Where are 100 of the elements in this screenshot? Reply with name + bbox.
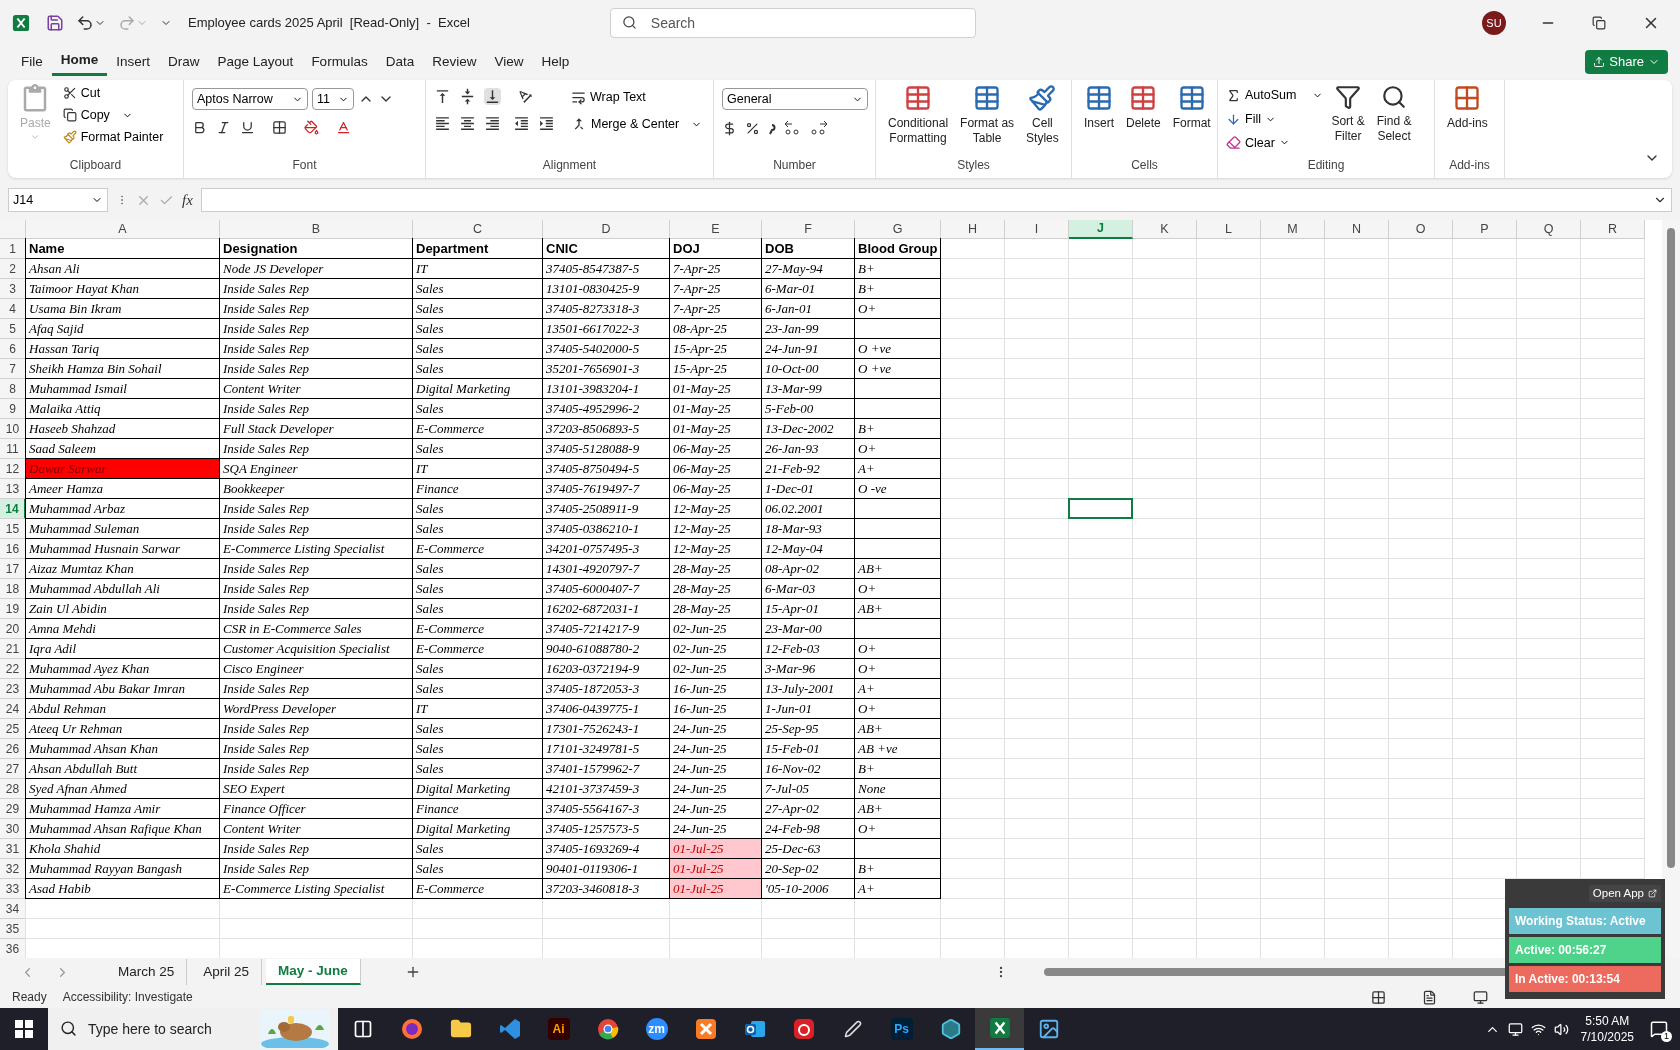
row-number[interactable]: 21 xyxy=(0,639,26,659)
decrease-indent-icon[interactable] xyxy=(513,115,530,132)
percent-icon[interactable] xyxy=(745,120,760,136)
autosum-button[interactable]: AutoSum xyxy=(1226,86,1324,105)
undo-icon[interactable] xyxy=(76,14,94,32)
font-color-icon[interactable] xyxy=(336,120,351,135)
row-number[interactable]: 29 xyxy=(0,799,26,819)
column-header[interactable]: I xyxy=(1005,220,1069,239)
format-painter-button[interactable]: Format Painter xyxy=(62,127,164,147)
menu-tab[interactable]: Page Layout xyxy=(208,48,303,76)
column-header[interactable]: C xyxy=(413,220,543,239)
mail-app-icon[interactable] xyxy=(743,1018,766,1040)
row-number[interactable]: 30 xyxy=(0,819,26,839)
app-icon[interactable] xyxy=(694,1018,717,1040)
name-box[interactable]: J14 xyxy=(8,188,108,212)
align-right-icon[interactable] xyxy=(484,115,501,132)
menu-tab[interactable]: Home xyxy=(51,48,108,76)
row-number[interactable]: 1 xyxy=(0,239,26,259)
taskbar-button[interactable] xyxy=(975,1008,1024,1050)
font-size-dropdown[interactable]: 11 xyxy=(312,88,354,110)
code-editor-icon[interactable] xyxy=(498,1018,521,1040)
sort-filter-button[interactable]: Sort & Filter xyxy=(1327,84,1369,144)
open-app-button[interactable]: Open App xyxy=(1588,885,1661,903)
copy-button[interactable]: Copy xyxy=(62,105,164,125)
row-number[interactable]: 23 xyxy=(0,679,26,699)
row-number[interactable]: 16 xyxy=(0,539,26,559)
column-header[interactable]: L xyxy=(1197,220,1261,239)
underline-icon[interactable] xyxy=(240,120,255,135)
sheet-tab[interactable]: April 25 xyxy=(191,959,263,985)
column-header[interactable]: B xyxy=(220,220,413,239)
row-number[interactable]: 22 xyxy=(0,659,26,679)
column-header[interactable]: N xyxy=(1325,220,1389,239)
bold-icon[interactable] xyxy=(192,120,207,135)
fill-button[interactable]: Fill xyxy=(1226,109,1324,129)
column-header[interactable]: G xyxy=(855,220,941,239)
wrap-text-button[interactable]: Wrap Text xyxy=(571,88,703,107)
find-select-button[interactable]: Find & Select xyxy=(1372,84,1416,144)
column-header[interactable]: H xyxy=(941,220,1005,239)
hexagon-icon[interactable] xyxy=(939,1018,962,1040)
number-format-dropdown[interactable]: General xyxy=(722,88,868,110)
row-number[interactable]: 2 xyxy=(0,259,26,279)
row-number[interactable]: 9 xyxy=(0,399,26,419)
decrease-decimal-icon[interactable] xyxy=(810,120,828,136)
spreadsheet-app-icon[interactable] xyxy=(988,1017,1011,1039)
accessibility-status[interactable]: Accessibility: Investigate xyxy=(62,988,193,1006)
column-header[interactable]: P xyxy=(1453,220,1517,239)
taskbar-button[interactable]: Ai xyxy=(534,1008,583,1050)
row-number[interactable]: 10 xyxy=(0,419,26,439)
page-layout-icon[interactable] xyxy=(1422,989,1437,1005)
column-header[interactable]: K xyxy=(1133,220,1197,239)
network-icon[interactable] xyxy=(1530,1021,1546,1037)
column-header[interactable]: E xyxy=(670,220,762,239)
menu-tab[interactable]: File xyxy=(12,48,52,76)
row-number[interactable]: 17 xyxy=(0,559,26,579)
sheet-tab[interactable]: March 25 xyxy=(106,959,188,985)
menu-tab[interactable]: Draw xyxy=(159,48,209,76)
search-field[interactable]: Search xyxy=(609,8,976,38)
row-number[interactable]: 13 xyxy=(0,479,26,499)
cell-styles-button[interactable]: Cell Styles xyxy=(1022,84,1063,146)
row-number[interactable]: 27 xyxy=(0,759,26,779)
formula-field[interactable] xyxy=(200,188,1672,212)
row-number[interactable]: 11 xyxy=(0,439,26,459)
normal-view-icon[interactable] xyxy=(1371,989,1386,1005)
restore-icon[interactable] xyxy=(1592,16,1606,30)
row-number[interactable]: 33 xyxy=(0,879,26,899)
windows-start-icon[interactable] xyxy=(15,1020,33,1038)
fill-color-icon[interactable] xyxy=(304,120,319,135)
notifications-icon[interactable] xyxy=(1650,1020,1668,1038)
increase-decimal-icon[interactable] xyxy=(784,120,802,136)
row-number[interactable]: 26 xyxy=(0,739,26,759)
increase-indent-icon[interactable] xyxy=(538,115,555,132)
row-number[interactable]: 28 xyxy=(0,779,26,799)
volume-icon[interactable] xyxy=(1553,1021,1569,1037)
sheet-tab[interactable]: May - June xyxy=(266,959,361,985)
orientation-icon[interactable] xyxy=(517,88,534,105)
menu-tab[interactable]: Help xyxy=(532,48,579,76)
share-button[interactable]: Share xyxy=(1585,50,1668,74)
row-number[interactable]: 5 xyxy=(0,319,26,339)
save-icon[interactable] xyxy=(46,14,64,32)
pen-icon[interactable] xyxy=(843,1020,862,1038)
row-number[interactable]: 7 xyxy=(0,359,26,379)
column-header[interactable]: O xyxy=(1389,220,1453,239)
merge-center-button[interactable]: Merge & Center xyxy=(571,114,703,134)
row-number[interactable]: 18 xyxy=(0,579,26,599)
format-button[interactable]: Format xyxy=(1168,84,1215,131)
menu-tab[interactable]: Insert xyxy=(107,48,160,76)
taskbar-button[interactable]: Ps xyxy=(877,1008,926,1050)
column-header[interactable]: A xyxy=(26,220,220,239)
row-number[interactable]: 25 xyxy=(0,719,26,739)
app-icon[interactable]: Ai xyxy=(547,1018,570,1040)
currency-icon[interactable] xyxy=(722,120,737,136)
clear-button[interactable]: Clear xyxy=(1226,133,1324,153)
format-as-table-button[interactable]: Format as Table xyxy=(956,84,1019,146)
align-center-icon[interactable] xyxy=(459,115,476,132)
selected-cell[interactable] xyxy=(1068,498,1133,519)
cloud-app-icon[interactable] xyxy=(792,1018,815,1040)
row-number[interactable]: 14 xyxy=(0,499,26,519)
menu-tab[interactable]: View xyxy=(485,48,533,76)
conditional-formatting-button[interactable]: Conditional Formatting xyxy=(884,84,953,146)
task-view-icon[interactable] xyxy=(352,1019,373,1039)
